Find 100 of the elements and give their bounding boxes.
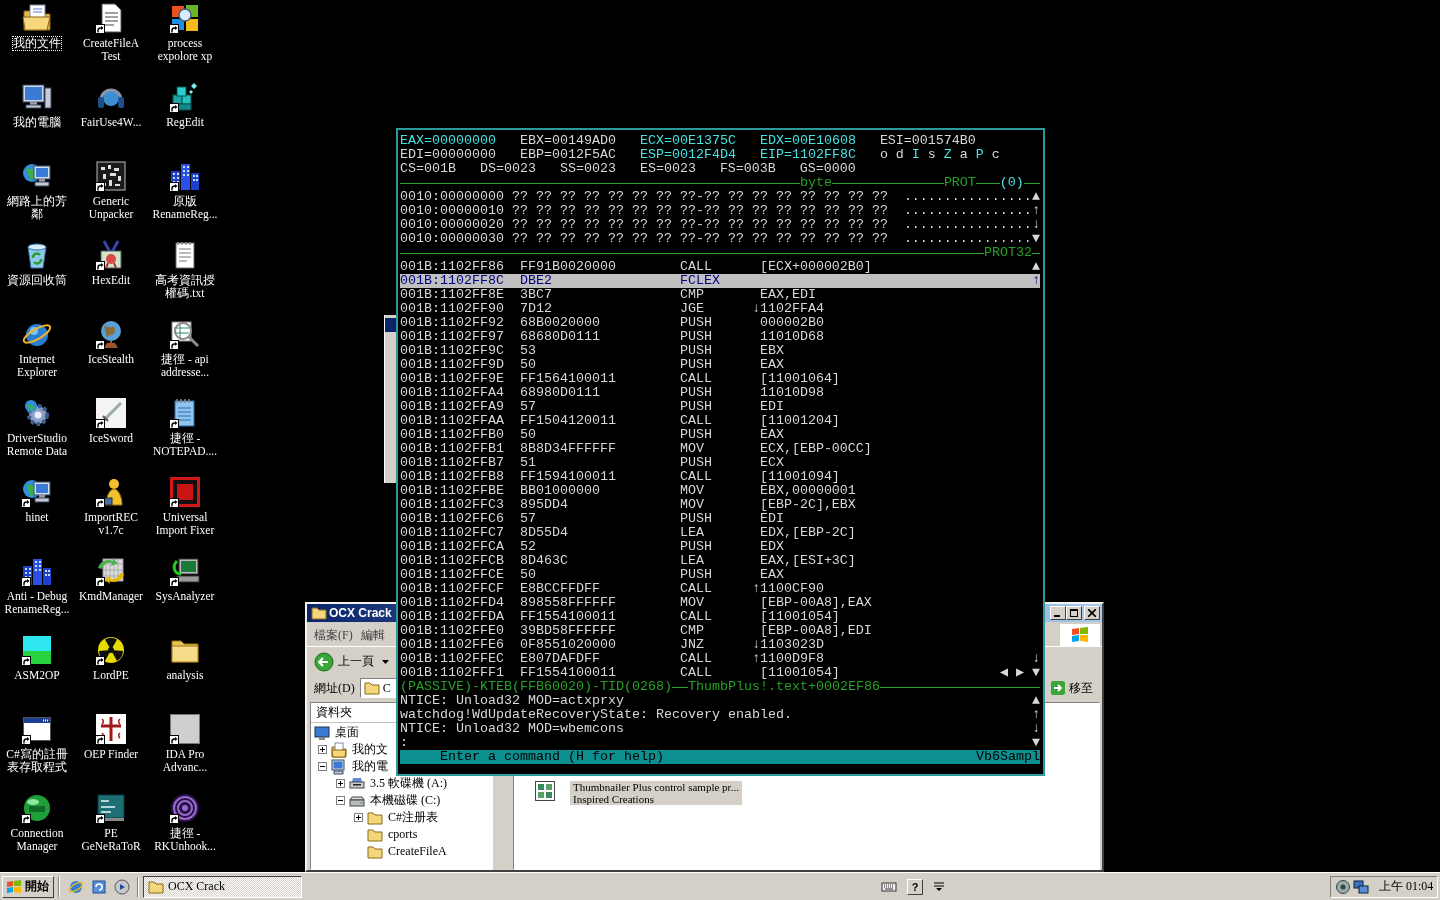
tree-item[interactable]: 桌面 [335,724,359,741]
code-line: 001B:1102FFC6 57 PUSH EDI [400,512,785,526]
segment-register: FS=003B [719,162,776,176]
maximize-button[interactable] [1066,606,1082,620]
icon-label[interactable]: 捷徑 - NOTEPAD.... [151,432,219,457]
disc-icon[interactable] [1335,878,1351,895]
tree-item[interactable]: 3.5 軟碟機 (A:) [370,775,447,792]
icon-label[interactable]: Generic Unpacker [77,195,145,220]
folder-icon [311,605,327,621]
menu-item[interactable]: 編輯 [356,626,389,644]
tree-item[interactable]: CreateFileA [388,844,447,859]
icon-label[interactable]: RegEdit [166,116,204,129]
icon-label[interactable]: IDA Pro Advanc... [151,748,219,773]
code-line: 001B:1102FFC3 895DD4 MOV [EBP-2C],EBX [400,498,857,512]
close-button[interactable] [1084,606,1100,620]
file-company: Inspired Creations [573,793,655,805]
code-line: 001B:1102FF97 68680D0111 PUSH 11010D68 [400,330,825,344]
icon-label[interactable]: KmdManager [79,590,143,603]
icon-label[interactable]: 高考資訊授權碼.txt [151,274,219,299]
code-line: 001B:1102FFE0 39BD58FFFFFF CMP [EBP-00A8],EDI [400,624,873,638]
icon-label[interactable]: PE GeNeRaToR [77,827,145,852]
squares-icon[interactable] [169,2,201,34]
pattern-icon[interactable] [95,160,127,192]
icon-label[interactable]: ImportREC v1.7c [77,511,145,536]
chalkboard-icon[interactable] [95,792,127,824]
tile-icon[interactable] [21,634,53,666]
tree-item[interactable]: 我的文 [352,741,388,758]
flag-icon [6,878,22,895]
icon-label[interactable]: SysAnalyzer [155,590,215,603]
tree-item[interactable]: cports [388,827,418,842]
register-value: EDI=00000000 [400,148,496,162]
icon-label[interactable]: Universal Import Fixer [151,511,219,536]
address-field[interactable]: C [359,678,396,698]
module-name: Vb6Sampl [976,750,1040,764]
segment-register: CS=001B [400,162,456,176]
icon-label[interactable]: 原版 RenameReg... [151,195,219,220]
scroll-marker: ▲ [1032,190,1040,204]
icon-label[interactable]: 捷徑 - api addresse... [151,353,219,378]
expand-icon[interactable] [353,813,363,822]
console-line: : [400,736,409,750]
flag-letter: c [991,148,1000,162]
icon-label[interactable]: hinet [25,511,49,524]
file-description: Thumbnailer Plus control sample pr... [573,781,739,793]
icon-label[interactable]: process expolore xp [151,37,219,62]
icon-label[interactable]: CreateFileA Test [77,37,145,62]
icon-label[interactable]: Connection Manager [3,827,71,852]
cross-icon[interactable] [95,713,127,745]
sword-icon[interactable] [95,397,127,429]
icon-label[interactable]: Internet Explorer [3,353,71,378]
documents-folder-icon[interactable] [21,2,53,34]
code-line: 001B:1102FF9E FF1564100011 CALL [11001064] [400,372,841,386]
icon-label[interactable]: OEP Finder [83,748,139,761]
icon-label[interactable]: 我的文件 [13,37,61,50]
minimize-button[interactable] [1050,606,1066,620]
scroll-marker: ▲ [1032,694,1040,708]
taskbar-button[interactable]: OCX Crack [143,875,302,898]
icon-label[interactable]: FairUse4W... [80,116,142,129]
expand-icon[interactable] [317,745,327,754]
back-button[interactable]: 上一頁 [310,649,393,674]
go-button[interactable]: 移至 [1048,678,1100,698]
icon-label[interactable]: DriverStudio Remote Data [3,432,71,457]
code-line: 001B:1102FFCF E8BCCFFDFF CALL ↑1100CF90 [400,582,825,596]
tree-item[interactable]: C#注册表 [388,809,438,826]
collapse-icon[interactable] [317,762,327,771]
spiral-icon[interactable] [169,792,201,824]
pane-title: 資料夾 [316,704,352,721]
address-label: 網址(D) [314,679,355,697]
tree-item[interactable]: 本機磁碟 (C:) [370,792,441,809]
icon-label[interactable]: 我的電腦 [13,116,61,129]
menu-item[interactable]: 檔案(F) [310,626,357,644]
collapse-icon[interactable] [335,796,345,805]
console-line: watchdog!WdUpdateRecoveryState: Recovery enabled. [400,708,793,722]
picture-placeholder-icon[interactable] [169,713,201,745]
icon-label[interactable]: analysis [166,669,204,682]
register-value: EIP=1102FF8C [759,148,856,162]
code-line: 001B:1102FFCB 8D463C LEA EAX,[ESI+3C] [400,554,857,568]
play-icon[interactable] [114,878,130,895]
icon-label[interactable]: ASM2OP [14,669,60,682]
icon-label[interactable]: 網路上的芳鄰 [3,195,71,220]
scroll-marker: ▼ [1032,232,1040,246]
help-button[interactable]: ? [907,878,923,895]
icon-label[interactable]: LordPE [93,669,129,682]
icon-label[interactable]: IceStealth [88,353,134,366]
radiation-icon[interactable] [95,634,127,666]
code-location: ThumbPlus!.text+0002EF86 [687,680,880,694]
tree-item[interactable]: 我的電 [352,758,388,775]
icon-label[interactable]: 資源回收筒 [7,274,67,287]
icon-label[interactable]: 捷徑 - RKUnhook... [151,827,219,852]
start-button[interactable]: 開始 [2,875,54,898]
menu-caret-icon[interactable] [933,880,945,893]
network-icon[interactable] [1353,878,1369,895]
frame-icon[interactable] [169,476,201,508]
sphere-icon[interactable] [21,792,53,824]
icon-label[interactable]: HexEdit [91,274,131,287]
icon-label[interactable]: IceSword [88,432,134,445]
arrows-icon[interactable] [95,555,127,587]
icon-label[interactable]: Anti - Debug RenameReg... [3,590,71,615]
file-item[interactable]: Thumbnailer Plus control sample pr... Inspired Creations [570,781,742,805]
expand-icon[interactable] [335,779,345,788]
icon-label[interactable]: C#寫的註冊表存取程式 [3,748,71,773]
